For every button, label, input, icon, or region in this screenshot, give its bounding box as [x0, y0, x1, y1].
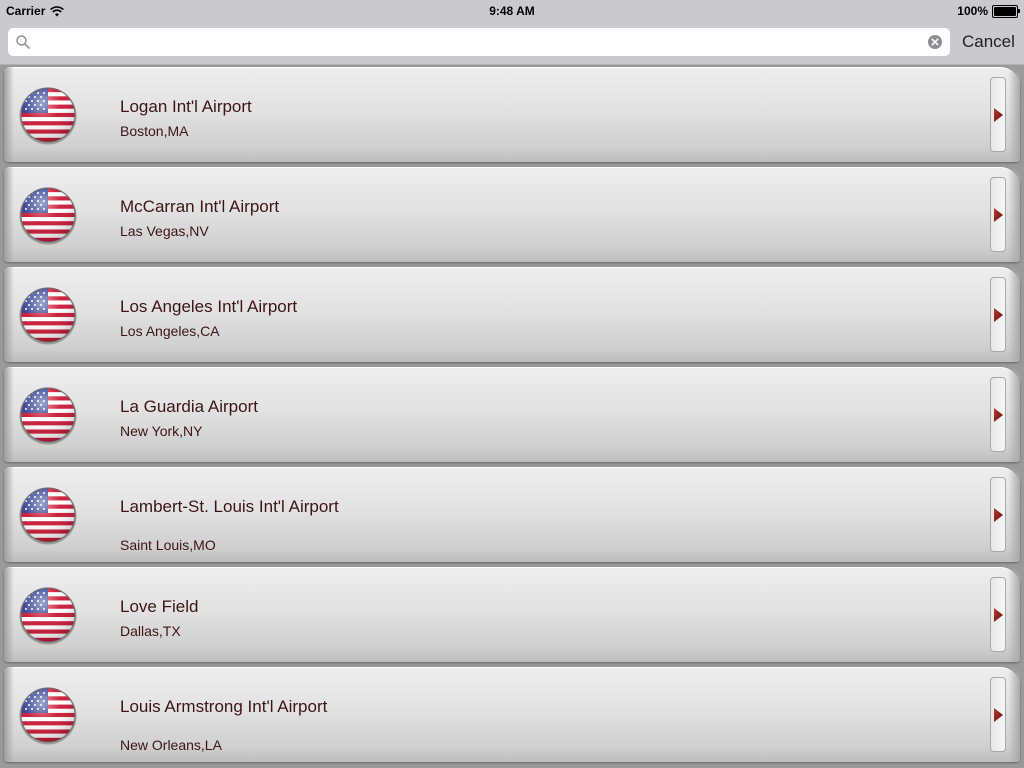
battery-percent: 100% — [957, 4, 988, 18]
us-flag-icon — [18, 685, 78, 745]
clear-icon[interactable] — [927, 34, 943, 50]
disclosure-arrow-icon — [993, 307, 1004, 323]
list-item[interactable]: Love Field Dallas,TX — [0, 565, 1024, 665]
airport-city: Boston,MA — [120, 123, 189, 139]
list-item-card[interactable]: Los Angeles Int'l Airport Los Angeles,CA — [4, 267, 1020, 362]
disclosure-arrow-icon — [993, 607, 1004, 623]
list-item[interactable]: Los Angeles Int'l Airport Los Angeles,CA — [0, 265, 1024, 365]
airport-city: Dallas,TX — [120, 623, 181, 639]
us-flag-icon — [18, 185, 78, 245]
airport-list[interactable]: Logan Int'l Airport Boston,MA McCarran I… — [0, 65, 1024, 768]
status-right: 100% — [957, 4, 1020, 18]
search-bar: Cancel — [0, 22, 1024, 65]
disclosure-button[interactable] — [990, 77, 1006, 152]
airport-name: Louis Armstrong Int'l Airport — [120, 697, 328, 716]
airport-city: Los Angeles,CA — [120, 323, 220, 339]
list-item-card[interactable]: La Guardia Airport New York,NY — [4, 367, 1020, 462]
airport-city: Las Vegas,NV — [120, 223, 209, 239]
airport-city: New Orleans,LA — [120, 737, 222, 753]
us-flag-icon — [18, 85, 78, 145]
disclosure-button[interactable] — [990, 177, 1006, 252]
search-icon — [16, 35, 30, 49]
airport-name: McCarran Int'l Airport — [120, 197, 280, 216]
cancel-button[interactable]: Cancel — [962, 32, 1015, 52]
status-bar: Carrier 9:48 AM 100% — [0, 0, 1024, 22]
airport-name: Love Field — [120, 597, 199, 616]
us-flag-icon — [18, 485, 78, 545]
us-flag-icon — [18, 585, 78, 645]
airport-name: Los Angeles Int'l Airport — [120, 297, 298, 316]
list-item[interactable]: Louis Armstrong Int'l Airport New Orlean… — [0, 665, 1024, 765]
list-item-card[interactable]: Love Field Dallas,TX — [4, 567, 1020, 662]
list-item[interactable]: La Guardia Airport New York,NY — [0, 365, 1024, 465]
search-input[interactable] — [38, 31, 918, 53]
disclosure-arrow-icon — [993, 707, 1004, 723]
battery-icon — [992, 4, 1020, 18]
list-item-card[interactable]: Louis Armstrong Int'l Airport New Orlean… — [4, 667, 1020, 762]
list-item-card[interactable]: Logan Int'l Airport Boston,MA — [4, 67, 1020, 162]
airport-name: Lambert-St. Louis Int'l Airport — [120, 497, 339, 516]
disclosure-button[interactable] — [990, 377, 1006, 452]
disclosure-arrow-icon — [993, 207, 1004, 223]
list-item-card[interactable]: Lambert-St. Louis Int'l Airport Saint Lo… — [4, 467, 1020, 562]
search-field[interactable] — [8, 28, 950, 56]
us-flag-icon — [18, 385, 78, 445]
list-item-card[interactable]: McCarran Int'l Airport Las Vegas,NV — [4, 167, 1020, 262]
status-time: 9:48 AM — [489, 4, 535, 18]
disclosure-button[interactable] — [990, 677, 1006, 752]
disclosure-button[interactable] — [990, 477, 1006, 552]
airport-city: New York,NY — [120, 423, 203, 439]
disclosure-arrow-icon — [993, 407, 1004, 423]
airport-name: La Guardia Airport — [120, 397, 258, 416]
disclosure-button[interactable] — [990, 577, 1006, 652]
list-item[interactable]: McCarran Int'l Airport Las Vegas,NV — [0, 165, 1024, 265]
list-item[interactable]: Lambert-St. Louis Int'l Airport Saint Lo… — [0, 465, 1024, 565]
us-flag-icon — [18, 285, 78, 345]
disclosure-button[interactable] — [990, 277, 1006, 352]
disclosure-arrow-icon — [993, 507, 1004, 523]
disclosure-arrow-icon — [993, 107, 1004, 123]
list-item[interactable]: Logan Int'l Airport Boston,MA — [0, 65, 1024, 165]
airport-name: Logan Int'l Airport — [120, 97, 252, 116]
airport-city: Saint Louis,MO — [120, 537, 216, 553]
